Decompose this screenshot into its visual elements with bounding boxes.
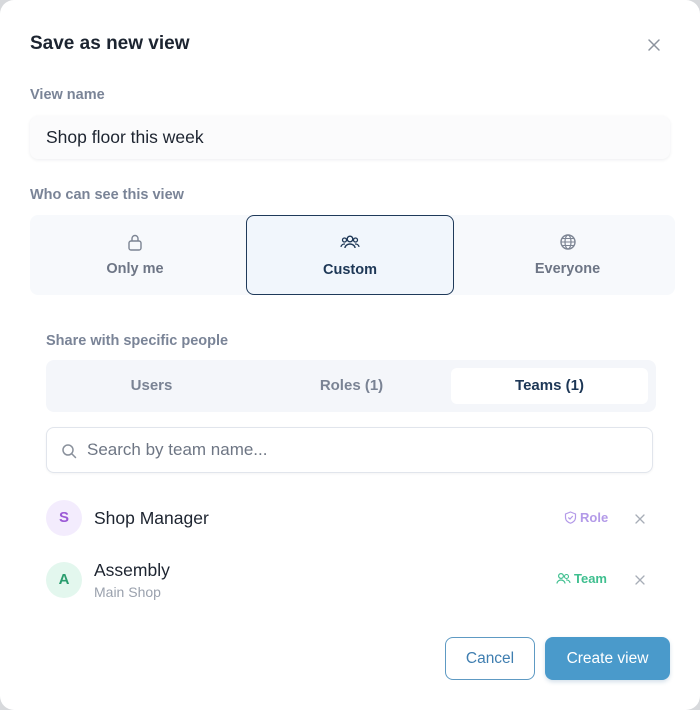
visibility-option-only-me[interactable]: Only me bbox=[30, 215, 240, 295]
remove-member-button[interactable] bbox=[634, 512, 646, 524]
badge-label: Team bbox=[574, 571, 607, 586]
save-view-dialog: Save as new view View name Who can see t… bbox=[0, 0, 700, 710]
shield-icon bbox=[564, 510, 580, 525]
view-name-input[interactable] bbox=[30, 116, 670, 159]
visibility-option-custom[interactable]: Custom bbox=[246, 215, 454, 295]
tab-teams[interactable]: Teams (1) bbox=[451, 368, 648, 404]
list-item: S Shop Manager Role bbox=[46, 500, 656, 552]
member-subtitle: Main Shop bbox=[94, 584, 161, 600]
visibility-label: Who can see this view bbox=[30, 187, 184, 203]
people-icon bbox=[340, 234, 360, 255]
close-icon[interactable] bbox=[645, 36, 663, 54]
team-icon bbox=[556, 571, 574, 586]
tab-users[interactable]: Users bbox=[54, 368, 249, 404]
share-tabs: Users Roles (1) Teams (1) bbox=[46, 360, 656, 412]
team-badge: Team bbox=[556, 571, 607, 586]
team-search-input[interactable] bbox=[87, 428, 647, 472]
view-name-label: View name bbox=[30, 87, 105, 103]
role-badge: Role bbox=[564, 510, 608, 525]
visibility-option-everyone[interactable]: Everyone bbox=[460, 215, 675, 295]
list-item: A Assembly Main Shop Team bbox=[46, 560, 656, 612]
create-view-button[interactable]: Create view bbox=[545, 637, 670, 680]
visibility-option-label: Custom bbox=[323, 262, 377, 278]
cancel-button[interactable]: Cancel bbox=[445, 637, 535, 680]
avatar: S bbox=[46, 500, 82, 536]
avatar: A bbox=[46, 562, 82, 598]
member-name: Shop Manager bbox=[94, 508, 209, 528]
remove-member-button[interactable] bbox=[634, 573, 646, 585]
share-label: Share with specific people bbox=[46, 333, 229, 349]
member-name: Assembly bbox=[94, 560, 170, 580]
team-search-box bbox=[46, 427, 653, 473]
dialog-title: Save as new view bbox=[30, 33, 190, 54]
tab-roles[interactable]: Roles (1) bbox=[254, 368, 449, 404]
visibility-option-label: Everyone bbox=[534, 261, 601, 277]
globe-icon bbox=[559, 233, 577, 256]
visibility-options: Only me Custom Everyone bbox=[30, 215, 675, 295]
badge-label: Role bbox=[580, 510, 609, 525]
lock-icon bbox=[127, 233, 143, 256]
visibility-option-label: Only me bbox=[106, 261, 164, 277]
